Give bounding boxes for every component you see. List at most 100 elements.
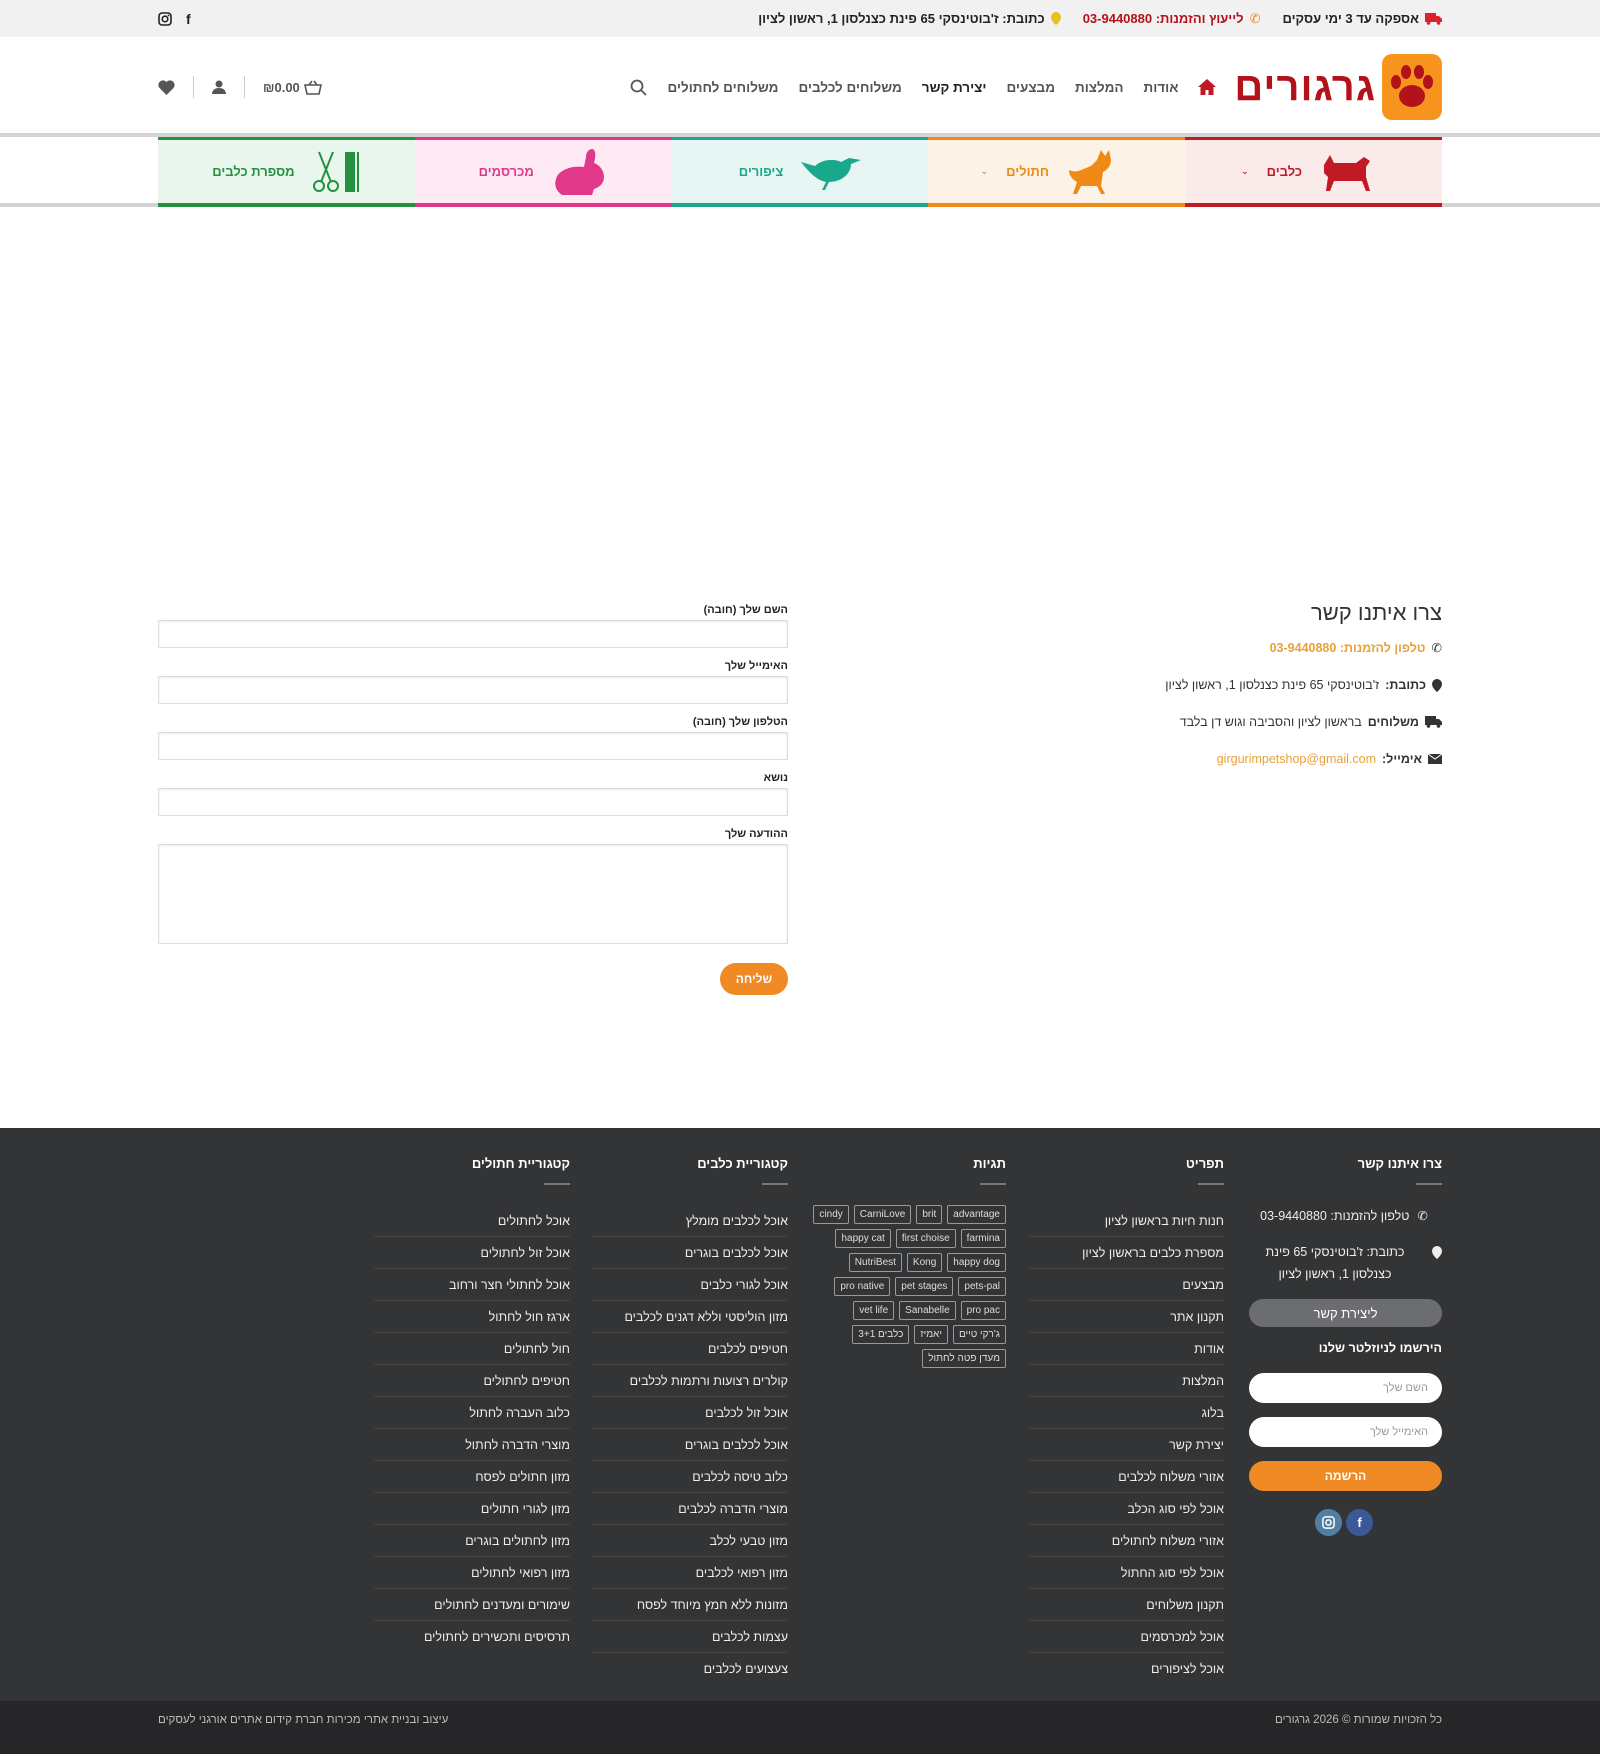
list-item[interactable]: אוכל לכלבים מומלץ [592,1205,788,1237]
nav-sales[interactable]: מבצעים [1006,80,1055,95]
logo[interactable]: גרגורים [1234,54,1442,120]
list-item[interactable]: אוכל לציפורים [1028,1653,1224,1685]
tag[interactable]: brit [916,1205,943,1224]
list-item[interactable]: אוכל למכרסמים [1028,1621,1224,1653]
nav-dog-delivery[interactable]: משלוחים לכלבים [798,80,901,95]
category-dogs[interactable]: כלבים ⌄ [1185,137,1442,207]
tag[interactable]: happy dog [947,1253,1006,1272]
tag[interactable]: Sanabelle [899,1301,956,1320]
list-item[interactable]: תקנון אתר [1028,1301,1224,1333]
newsletter-name-input[interactable]: השם שלך [1249,1373,1442,1403]
list-item[interactable]: אזורי משלוח לכלבים [1028,1461,1224,1493]
tag[interactable]: pet stages [895,1277,954,1296]
list-item[interactable]: תרסיסים ותכשירים לחתולים [374,1621,570,1653]
consult-info[interactable]: ✆ לייעוץ והזמנות: 03-9440880 [1083,11,1261,27]
list-item[interactable]: מזון רפואי לכלבים [592,1557,788,1589]
list-item[interactable]: אודות [1028,1333,1224,1365]
phone-input[interactable] [158,732,788,760]
category-rodents[interactable]: מכרסמים [414,137,672,207]
cart[interactable]: ₪0.00 [263,80,322,95]
message-textarea[interactable] [158,844,788,944]
email-input[interactable] [158,676,788,704]
list-item[interactable]: חטיפים לכלבים [592,1333,788,1365]
list-item[interactable]: אוכל זול לכלבים [592,1397,788,1429]
list-item[interactable]: אוכל לכלבים בוגרים [592,1237,788,1269]
user-icon[interactable] [212,80,226,94]
list-item[interactable]: מספרת כלבים בראשון לציון [1028,1237,1224,1269]
list-item[interactable]: מבצעים [1028,1269,1224,1301]
list-item[interactable]: מזון רפואי לחתולים [374,1557,570,1589]
list-item[interactable]: בלוג [1028,1397,1224,1429]
list-item[interactable]: כלוב העברה לחתול [374,1397,570,1429]
tag[interactable]: Kong [906,1253,943,1272]
home-icon[interactable] [1198,79,1217,95]
list-item[interactable]: יצירת קשר [1028,1429,1224,1461]
list-item[interactable]: אוכל לחתולי חצר ורחוב [374,1269,570,1301]
tag[interactable]: יאמיז [914,1325,948,1344]
tag[interactable]: CarniLove [853,1205,912,1224]
list-item[interactable]: אוכל לפי סוג החתול [1028,1557,1224,1589]
list-item[interactable]: מוצרי הדברה לחתול [374,1429,570,1461]
footer-phone[interactable]: טלפון להזמנות: 03-9440880 [1260,1205,1409,1227]
list-item[interactable]: מזון חתולים לפסח [374,1461,570,1493]
list-item[interactable]: מזונות ללא חמץ מיוחד לפסח [592,1589,788,1621]
list-item[interactable]: מזון לחתולים בוגרים [374,1525,570,1557]
facebook-icon[interactable]: f [186,11,191,27]
tag[interactable]: כלבים 3+1 [852,1325,910,1344]
submit-button[interactable]: שליחה [720,963,788,995]
list-item[interactable]: ארגז חול לחתול [374,1301,570,1333]
list-item[interactable]: מזון לגורי חתולים [374,1493,570,1525]
list-item[interactable]: תקנון משלוחים [1028,1589,1224,1621]
tag[interactable]: NutriBest [848,1253,902,1272]
list-item[interactable]: אוכל לגורי כלבים [592,1269,788,1301]
instagram-icon[interactable] [158,11,172,26]
category-birds[interactable]: ציפורים [671,137,929,207]
tag[interactable]: vet life [853,1301,895,1320]
list-item[interactable]: צעצועים לכלבים [592,1653,788,1685]
newsletter-email-input[interactable]: האימייל שלך [1249,1417,1442,1447]
footer-contact-button[interactable]: ליצירת קשר [1249,1299,1442,1327]
name-input[interactable] [158,620,788,648]
contact-phone[interactable]: טלפון להזמנות: 03-9440880 [1270,641,1426,655]
tag[interactable]: advantage [947,1205,1006,1224]
list-item[interactable]: עצמות לכלבים [592,1621,788,1653]
tag[interactable]: happy cat [835,1229,891,1248]
tag[interactable]: pets-pal [958,1277,1006,1296]
list-item[interactable]: קולרים רצועות ורתמות לכלבים [592,1365,788,1397]
subject-input[interactable] [158,788,788,816]
list-item[interactable]: חטיפים לחתולים [374,1365,570,1397]
contact-email[interactable]: girgurimpetshop@gmail.com [1217,752,1376,766]
nav-testimonials[interactable]: המלצות [1075,80,1124,95]
newsletter-submit-button[interactable]: הרשמה [1249,1461,1442,1491]
category-grooming[interactable]: מספרת כלבים [158,137,415,207]
credit-link[interactable]: עיצוב ובניית אתרי מכירות חברת קידום אתרי… [158,1714,448,1726]
list-item[interactable]: מזון הוליסטי וללא דגנים לכלבים [592,1301,788,1333]
nav-about[interactable]: אודות [1144,80,1179,95]
tag[interactable]: מעדן פטה לחתול [922,1349,1006,1368]
list-item[interactable]: אוכל לכלבים בוגרים [592,1429,788,1461]
instagram-icon[interactable] [1315,1509,1342,1536]
list-item[interactable]: כלוב טיסה לכלבים [592,1461,788,1493]
list-item[interactable]: חול לחתולים [374,1333,570,1365]
list-item[interactable]: אוכל זול לחתולים [374,1237,570,1269]
list-item[interactable]: אוכל לפי סוג הכלב [1028,1493,1224,1525]
list-item[interactable]: חנות חיות בראשון לציון [1028,1205,1224,1237]
list-item[interactable]: אזורי משלוח לחתולים [1028,1525,1224,1557]
list-item[interactable]: המלצות [1028,1365,1224,1397]
tag[interactable]: pro pac [960,1301,1006,1320]
category-cats[interactable]: חתולים ⌄ [928,137,1186,207]
heart-icon[interactable] [158,79,175,95]
list-item[interactable]: מוצרי הדברה לכלבים [592,1493,788,1525]
search-icon[interactable] [630,79,648,96]
list-item[interactable]: מזון טבעי לכלב [592,1525,788,1557]
tag[interactable]: first choise [895,1229,956,1248]
tag[interactable]: ג'רקי טיים [952,1325,1006,1344]
tag[interactable]: cindy [813,1205,849,1224]
nav-cat-delivery[interactable]: משלוחים לחתולים [667,80,778,95]
nav-contact[interactable]: יצירת קשר [922,80,987,95]
facebook-icon[interactable]: f [1346,1509,1373,1536]
list-item[interactable]: אוכל לחתולים [374,1205,570,1237]
tag[interactable]: farmina [960,1229,1006,1248]
list-item[interactable]: שימורים ומעדנים לחתולים [374,1589,570,1621]
tag[interactable]: pro native [834,1277,891,1296]
